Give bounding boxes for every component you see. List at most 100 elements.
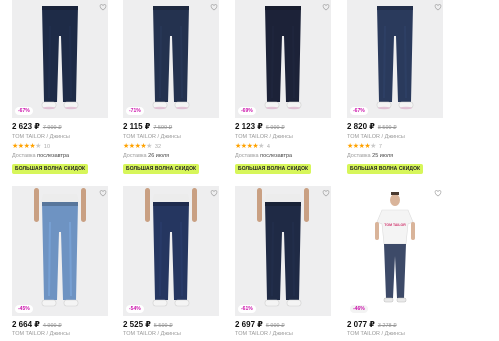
heart-icon xyxy=(434,190,442,197)
sole xyxy=(378,106,390,110)
sole xyxy=(176,106,188,110)
fade xyxy=(271,25,274,99)
sneaker xyxy=(152,299,168,307)
jeans-shape xyxy=(384,244,406,298)
heart-icon xyxy=(322,4,330,11)
product-image[interactable]: TOM TAILOR -46% xyxy=(347,186,443,316)
promo-badge: БОЛЬШАЯ ВОЛНА СКИДОК xyxy=(347,164,424,174)
brand-name[interactable]: TOM TAILOR / Джинсы xyxy=(123,331,181,337)
delivery-info: Доставка послезавтра xyxy=(235,153,293,159)
price: 2 664 ₽4 999 ₽ xyxy=(12,320,62,329)
sneaker xyxy=(396,297,407,303)
fade xyxy=(159,221,162,297)
price: 2 123 ₽6 999 ₽ xyxy=(235,122,285,131)
delivery-info: Доставка послезавтра xyxy=(12,153,70,159)
arm xyxy=(34,188,39,222)
sole xyxy=(154,106,166,110)
product-image[interactable]: -45% xyxy=(12,186,108,316)
shirt-hem xyxy=(41,194,79,202)
delivery-info: Доставка 26 июля xyxy=(123,153,170,159)
heart-icon xyxy=(99,4,107,11)
tshirt-print: TOM TAILOR xyxy=(384,223,406,227)
jeans-shape xyxy=(42,6,78,102)
arm xyxy=(304,188,309,222)
price: 2 623 ₽7 999 ₽ xyxy=(12,122,62,131)
discount-badge: -67% xyxy=(15,107,33,115)
jeans-photo xyxy=(34,188,107,307)
jeans-photo xyxy=(257,188,330,307)
brand-name[interactable]: TOM TAILOR / Джинсы xyxy=(235,134,293,140)
discount-badge: -69% xyxy=(238,107,256,115)
arm xyxy=(192,188,197,222)
discount-badge: -45% xyxy=(15,305,33,313)
jeans-shape xyxy=(42,202,78,300)
old-price: 3 278 ₽ xyxy=(377,323,397,329)
jeans-shape xyxy=(377,6,413,102)
brand-name[interactable]: TOM TAILOR / Джинсы xyxy=(123,134,181,140)
product-image[interactable]: -71% xyxy=(123,0,219,118)
price: 2 115 ₽7 599 ₽ xyxy=(123,122,173,131)
brand-name[interactable]: TOM TAILOR / Джинсы xyxy=(347,331,405,337)
arm xyxy=(411,222,415,240)
fade xyxy=(292,221,295,297)
product-image[interactable]: -54% xyxy=(123,186,219,316)
price: 2 697 ₽6 999 ₽ xyxy=(235,320,285,329)
star-icons: ★★★★★ xyxy=(123,143,152,150)
price: 2 820 ₽8 599 ₽ xyxy=(347,122,397,131)
product-grid: -67% 2 623 ₽7 999 ₽ TOM TAILOR / Джинсы … xyxy=(0,0,499,341)
product-image[interactable]: -67% xyxy=(12,0,108,118)
jeans-photo xyxy=(145,188,218,307)
sneaker xyxy=(286,299,302,307)
review-count: 7 xyxy=(378,144,382,150)
sneaker xyxy=(383,297,394,303)
model-photo: TOM TAILOR xyxy=(375,190,442,303)
discount-badge: -61% xyxy=(238,305,256,313)
delivery-info: Доставка 25 июля xyxy=(347,153,394,159)
waistband xyxy=(42,6,78,10)
old-price: 6 999 ₽ xyxy=(265,323,285,329)
sole xyxy=(65,106,77,110)
sneaker xyxy=(174,299,190,307)
sneaker xyxy=(264,299,280,307)
brand-name[interactable]: TOM TAILOR / Джинсы xyxy=(12,134,70,140)
old-price: 5 599 ₽ xyxy=(153,323,173,329)
sole xyxy=(266,106,278,110)
product-image[interactable]: -69% xyxy=(235,0,331,118)
brand-name[interactable]: TOM TAILOR / Джинсы xyxy=(347,134,405,140)
sneaker xyxy=(63,299,79,307)
model-head xyxy=(390,194,400,206)
discount-badge: -54% xyxy=(126,305,144,313)
tshirt xyxy=(376,209,414,245)
discount-badge: -67% xyxy=(350,107,368,115)
model-hair xyxy=(391,192,399,195)
rating: ★★★★★ 32 xyxy=(123,142,161,150)
jeans-photo xyxy=(41,4,107,110)
brand-name[interactable]: TOM TAILOR / Джинсы xyxy=(235,331,293,337)
jeans-shape xyxy=(153,202,189,300)
fade xyxy=(180,221,183,297)
fade xyxy=(271,221,274,297)
promo-badge: БОЛЬШАЯ ВОЛНА СКИДОК xyxy=(123,164,200,174)
price: 2 525 ₽5 599 ₽ xyxy=(123,320,173,329)
waistband xyxy=(265,202,301,206)
heart-icon xyxy=(210,4,218,11)
heart-icon xyxy=(322,190,330,197)
review-count: 32 xyxy=(154,144,162,150)
rating: ★★★★★ 4 xyxy=(235,142,270,150)
fade xyxy=(48,25,51,99)
shirt-hem xyxy=(264,194,302,202)
product-image[interactable]: -61% xyxy=(235,186,331,316)
heart-icon xyxy=(210,190,218,197)
promo-badge: БОЛЬШАЯ ВОЛНА СКИДОК xyxy=(12,164,89,174)
arm xyxy=(145,188,150,222)
star-icons: ★★★★★ xyxy=(12,143,41,150)
waistband xyxy=(153,6,189,10)
brand-name[interactable]: TOM TAILOR / Джинсы xyxy=(12,331,70,337)
sole xyxy=(288,106,300,110)
price: 2 077 ₽3 278 ₽ xyxy=(347,320,397,329)
fade xyxy=(404,25,407,99)
product-image[interactable]: -67% xyxy=(347,0,443,118)
promo-badge: БОЛЬШАЯ ВОЛНА СКИДОК xyxy=(235,164,312,174)
fade xyxy=(383,25,386,99)
fade xyxy=(69,25,72,99)
